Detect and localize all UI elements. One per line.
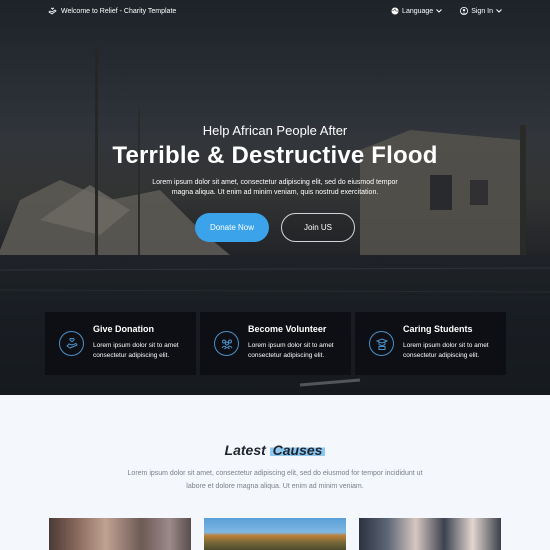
chevron-down-icon (496, 9, 502, 13)
hero-description-line: Lorem ipsum dolor sit amet, consectetur … (152, 179, 398, 186)
volunteer-group-icon (214, 331, 239, 356)
causes-description-line: labore et dolore magna aliqua. Ut enim a… (186, 483, 364, 490)
globe-icon (391, 7, 399, 15)
feature-card-give-donation[interactable]: Give Donation Lorem ipsum dolor sit to a… (45, 312, 196, 375)
chevron-down-icon (436, 9, 443, 13)
welcome-message: Welcome to Relief - Charity Template (48, 7, 176, 15)
feature-text-line: consectetur adipiscing elit. (93, 352, 170, 359)
join-us-button[interactable]: Join US (281, 213, 355, 242)
hero-title: Terrible & Destructive Flood (112, 142, 438, 169)
cause-image[interactable] (359, 518, 501, 550)
feature-text-line: Lorem ipsum dolor sit to amet (248, 342, 334, 349)
feature-text: Lorem ipsum dolor sit to amet consectetu… (93, 341, 193, 361)
hero-banner: Welcome to Relief - Charity Template Lan… (0, 0, 550, 395)
feature-text-line: consectetur adipiscing elit. (403, 352, 480, 359)
heading-highlight: Causes (269, 442, 326, 458)
user-icon (460, 7, 469, 15)
top-bar: Welcome to Relief - Charity Template Lan… (0, 0, 550, 22)
welcome-text: Welcome to Relief - Charity Template (61, 7, 177, 15)
hero-subtitle: Help African People After (202, 123, 348, 138)
feature-title: Caring Students (403, 324, 473, 334)
student-icon (369, 331, 394, 356)
latest-causes-heading: Latest Causes (0, 442, 550, 458)
feature-title: Give Donation (93, 324, 155, 334)
hero-description: Lorem ipsum dolor sit amet, consectetur … (0, 178, 550, 198)
feature-text: Lorem ipsum dolor sit to amet consectetu… (248, 341, 348, 361)
signin-label: Sign In (471, 7, 493, 15)
heading-plain: Latest (224, 442, 266, 458)
hero-description-line: magna aliqua. Ut enim ad minim veniam, q… (171, 189, 379, 196)
cause-image[interactable] (49, 518, 191, 550)
cause-image[interactable] (204, 518, 346, 550)
feature-text-line: Lorem ipsum dolor sit to amet (93, 342, 179, 349)
language-selector[interactable]: Language (391, 7, 443, 15)
feature-card-caring-students[interactable]: Caring Students Lorem ipsum dolor sit to… (355, 312, 506, 375)
latest-causes-description: Lorem ipsum dolor sit amet, consectetur … (0, 467, 550, 493)
feature-text-line: consectetur adipiscing elit. (248, 352, 325, 359)
donate-now-button[interactable]: Donate Now (195, 213, 269, 242)
hand-heart-icon (48, 7, 57, 15)
language-label: Language (402, 7, 434, 15)
feature-card-become-volunteer[interactable]: Become Volunteer Lorem ipsum dolor sit t… (200, 312, 351, 375)
donation-hand-icon (59, 331, 84, 356)
causes-description-line: Lorem ipsum dolor sit amet, consectetur … (127, 470, 423, 477)
signin-menu[interactable]: Sign In (460, 7, 502, 15)
feature-title: Become Volunteer (248, 324, 327, 334)
feature-text: Lorem ipsum dolor sit to amet consectetu… (403, 341, 503, 361)
feature-text-line: Lorem ipsum dolor sit to amet (403, 342, 489, 349)
